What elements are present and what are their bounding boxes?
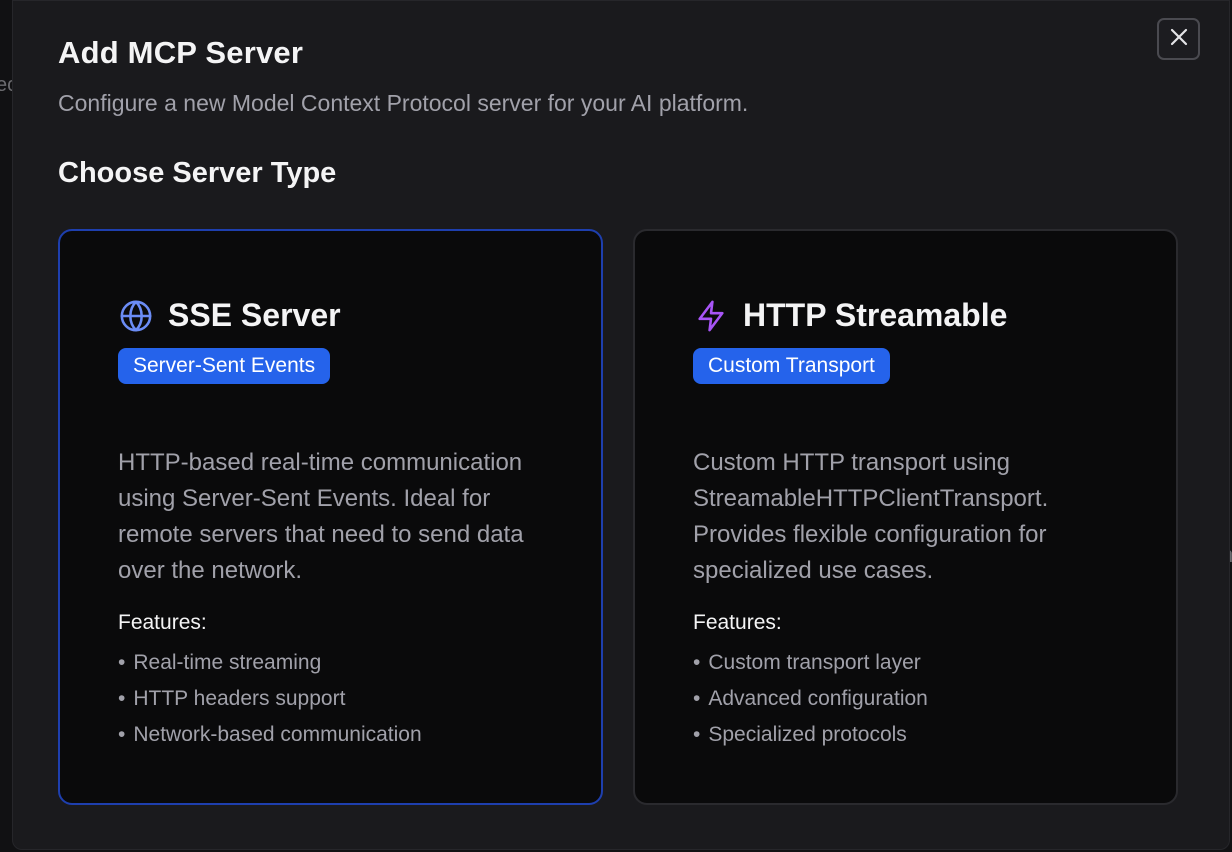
close-button[interactable]: [1157, 18, 1200, 60]
section-title: Choose Server Type: [58, 157, 337, 189]
card-description: HTTP-based real-time communication using…: [118, 449, 524, 584]
server-type-card-sse[interactable]: SSE Server Server-Sent Events HTTP-based…: [58, 229, 603, 805]
add-mcp-server-dialog: Add MCP Server Configure a new Model Con…: [12, 0, 1230, 850]
card-header: SSE Server: [118, 297, 341, 334]
dialog-subtitle: Configure a new Model Context Protocol s…: [58, 90, 749, 116]
dialog-title: Add MCP Server: [58, 35, 304, 70]
features-label: Features:: [118, 611, 207, 634]
card-description: Custom HTTP transport using StreamableHT…: [693, 449, 1049, 584]
feature-item: • Advanced configuration: [693, 681, 928, 717]
card-title: HTTP Streamable: [743, 297, 1008, 333]
close-icon: [1169, 27, 1189, 52]
features-list: • Custom transport layer • Advanced config…: [693, 645, 928, 753]
feature-text: Real-time streaming: [133, 651, 322, 674]
feature-item: • Network-based communication: [118, 717, 422, 753]
bullet: •: [693, 723, 701, 746]
lightning-icon: [693, 298, 729, 334]
bullet: •: [118, 651, 126, 674]
bullet: •: [118, 687, 126, 710]
card-title: SSE Server: [168, 297, 341, 333]
features-label: Features:: [693, 611, 782, 634]
feature-text: Network-based communication: [133, 723, 422, 746]
transport-badge: Custom Transport: [693, 348, 890, 384]
bullet: •: [693, 687, 701, 710]
feature-item: • HTTP headers support: [118, 681, 422, 717]
card-header: HTTP Streamable: [693, 297, 1007, 334]
features-list: • Real-time streaming • HTTP headers suppo…: [118, 645, 422, 753]
feature-item: • Real-time streaming: [118, 645, 422, 681]
bullet: •: [693, 651, 701, 674]
feature-text: Custom transport layer: [708, 651, 921, 674]
server-type-card-http-streamable[interactable]: HTTP Streamable Custom Transport Custom …: [633, 229, 1178, 805]
feature-text: Advanced configuration: [708, 687, 928, 710]
bullet: •: [118, 723, 126, 746]
feature-item: • Specialized protocols: [693, 717, 928, 753]
feature-item: • Custom transport layer: [693, 645, 928, 681]
transport-badge: Server-Sent Events: [118, 348, 331, 384]
feature-text: Specialized protocols: [708, 723, 907, 746]
globe-icon: [118, 298, 154, 334]
feature-text: HTTP headers support: [133, 687, 346, 710]
